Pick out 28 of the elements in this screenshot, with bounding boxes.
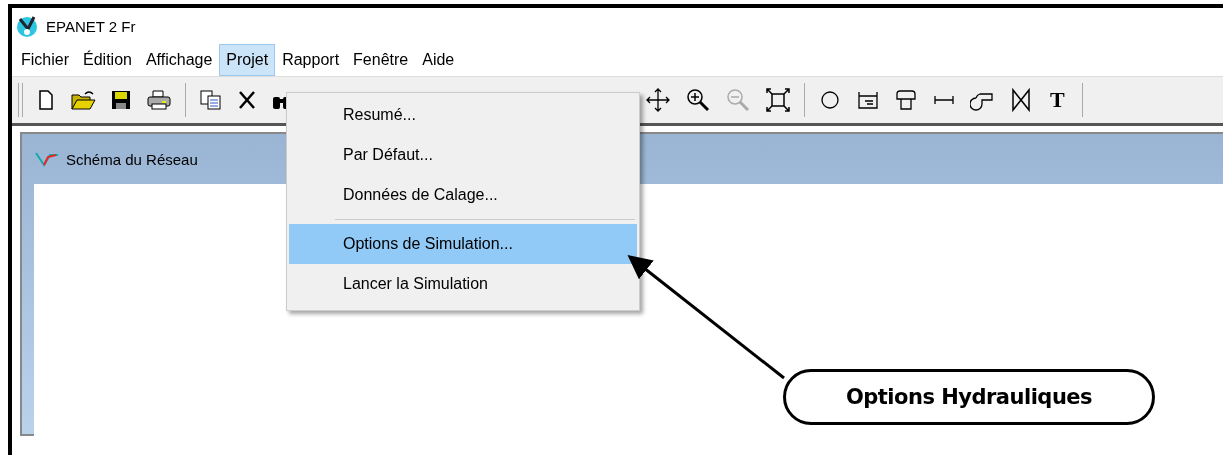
pan-arrows-icon[interactable] — [645, 87, 671, 113]
dropdown-menu-item[interactable]: Resumé... — [289, 95, 637, 135]
callout-label: Options Hydrauliques — [783, 369, 1155, 425]
menu-bar-item[interactable]: Fichier — [14, 44, 76, 76]
menu-bar-item[interactable]: Rapport — [275, 44, 347, 76]
tank-icon[interactable] — [894, 88, 918, 112]
menu-bar-item[interactable]: Aide — [415, 44, 462, 76]
full-extent-icon[interactable] — [765, 87, 791, 113]
child-window-title: Schéma du Réseau — [66, 150, 198, 168]
text-tool-button[interactable]: T — [1046, 87, 1069, 113]
open-folder-icon[interactable] — [70, 89, 96, 111]
menu-bar-item[interactable]: Affichage — [138, 44, 220, 76]
dropdown-menu-item[interactable]: Données de Calage... — [289, 175, 637, 215]
menu-bar-item[interactable]: Édition — [76, 44, 139, 76]
network-map-icon — [34, 150, 60, 168]
dropdown-menu-item[interactable]: Par Défaut... — [289, 135, 637, 175]
dropdown-menu-item[interactable]: Lancer la Simulation — [289, 264, 637, 304]
menu-bar-item[interactable]: Projet — [219, 44, 276, 76]
printer-icon[interactable] — [146, 89, 172, 111]
new-file-icon[interactable] — [36, 89, 56, 111]
circle-node-icon[interactable] — [818, 88, 842, 112]
delete-cross-icon[interactable] — [237, 89, 257, 111]
menu-bar-item[interactable]: Fenêtre — [346, 44, 416, 76]
valve-icon[interactable] — [1010, 87, 1032, 113]
zoom-in-icon[interactable] — [685, 87, 711, 113]
dropdown-menu-item[interactable]: Options de Simulation... — [289, 224, 637, 264]
window-title: EPANET 2 Fr — [46, 17, 136, 35]
copy-icon[interactable] — [199, 89, 223, 111]
